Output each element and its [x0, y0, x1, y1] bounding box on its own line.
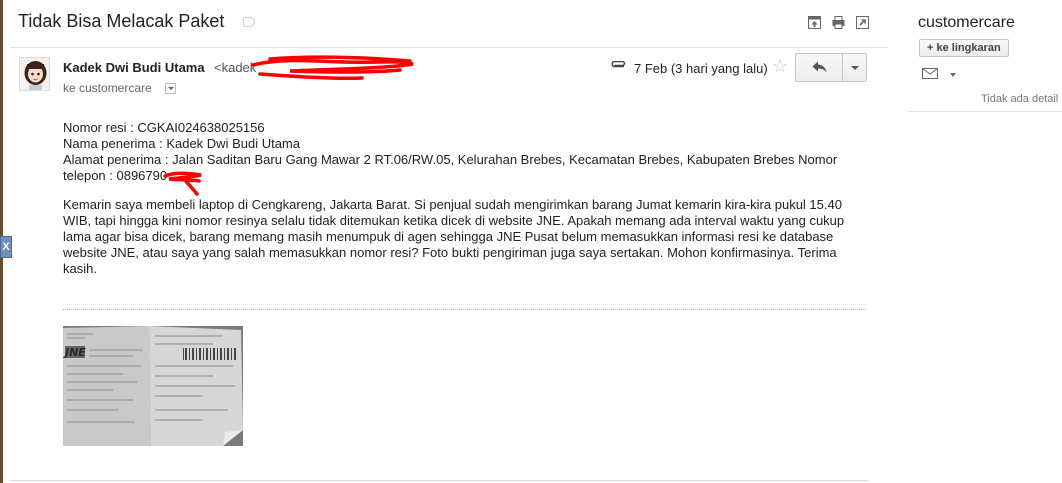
mail-icon[interactable]	[922, 68, 938, 79]
body-line-resi: Nomor resi : CGKAI024638025156	[63, 120, 265, 135]
reply-icon	[812, 61, 827, 73]
body-line-recipient-name: Nama penerima : Kadek Dwi Budi Utama	[63, 136, 300, 151]
header-divider	[10, 47, 888, 48]
thread-bottom-divider	[10, 480, 868, 481]
recipient-line: ke customercare	[63, 81, 152, 95]
body-line-address: Alamat penerima : Jalan Saditan Baru Gan…	[63, 152, 838, 167]
no-detail-text: Tidak ada detail	[981, 93, 1059, 105]
reply-button[interactable]	[796, 54, 842, 81]
contact-name: customercare	[918, 14, 1015, 31]
more-actions-button[interactable]	[842, 54, 867, 81]
phone-redaction-scribble	[163, 171, 202, 196]
sidebar-divider	[908, 111, 1062, 112]
attachment-thumbnail[interactable]: JNE	[63, 326, 243, 446]
email-subject: Tidak Bisa Melacak Paket	[18, 11, 225, 31]
chevron-down-icon[interactable]	[950, 73, 956, 77]
extension-close-button[interactable]: X	[0, 236, 12, 258]
label-icon[interactable]	[243, 17, 255, 27]
reply-button-group	[795, 53, 867, 82]
print-icon[interactable]	[832, 16, 845, 29]
jne-logo: JNE	[63, 346, 86, 359]
avatar[interactable]	[19, 57, 50, 91]
new-window-icon[interactable]	[808, 16, 821, 29]
message-date[interactable]: 7 Feb (3 hari yang lalu)	[634, 61, 768, 76]
recipient-details-toggle[interactable]	[165, 83, 176, 94]
attachment-divider	[63, 309, 866, 310]
redaction-scribble	[251, 55, 414, 81]
sender-name[interactable]: Kadek Dwi Budi Utama	[63, 60, 205, 75]
star-icon[interactable]: ☆	[772, 56, 788, 76]
add-to-circles-button[interactable]: + ke lingkaran	[919, 39, 1009, 57]
popout-icon[interactable]	[856, 16, 869, 29]
body-paragraph: Kemarin saya membeli laptop di Cengkaren…	[63, 197, 845, 276]
paperclip-icon	[611, 61, 626, 68]
